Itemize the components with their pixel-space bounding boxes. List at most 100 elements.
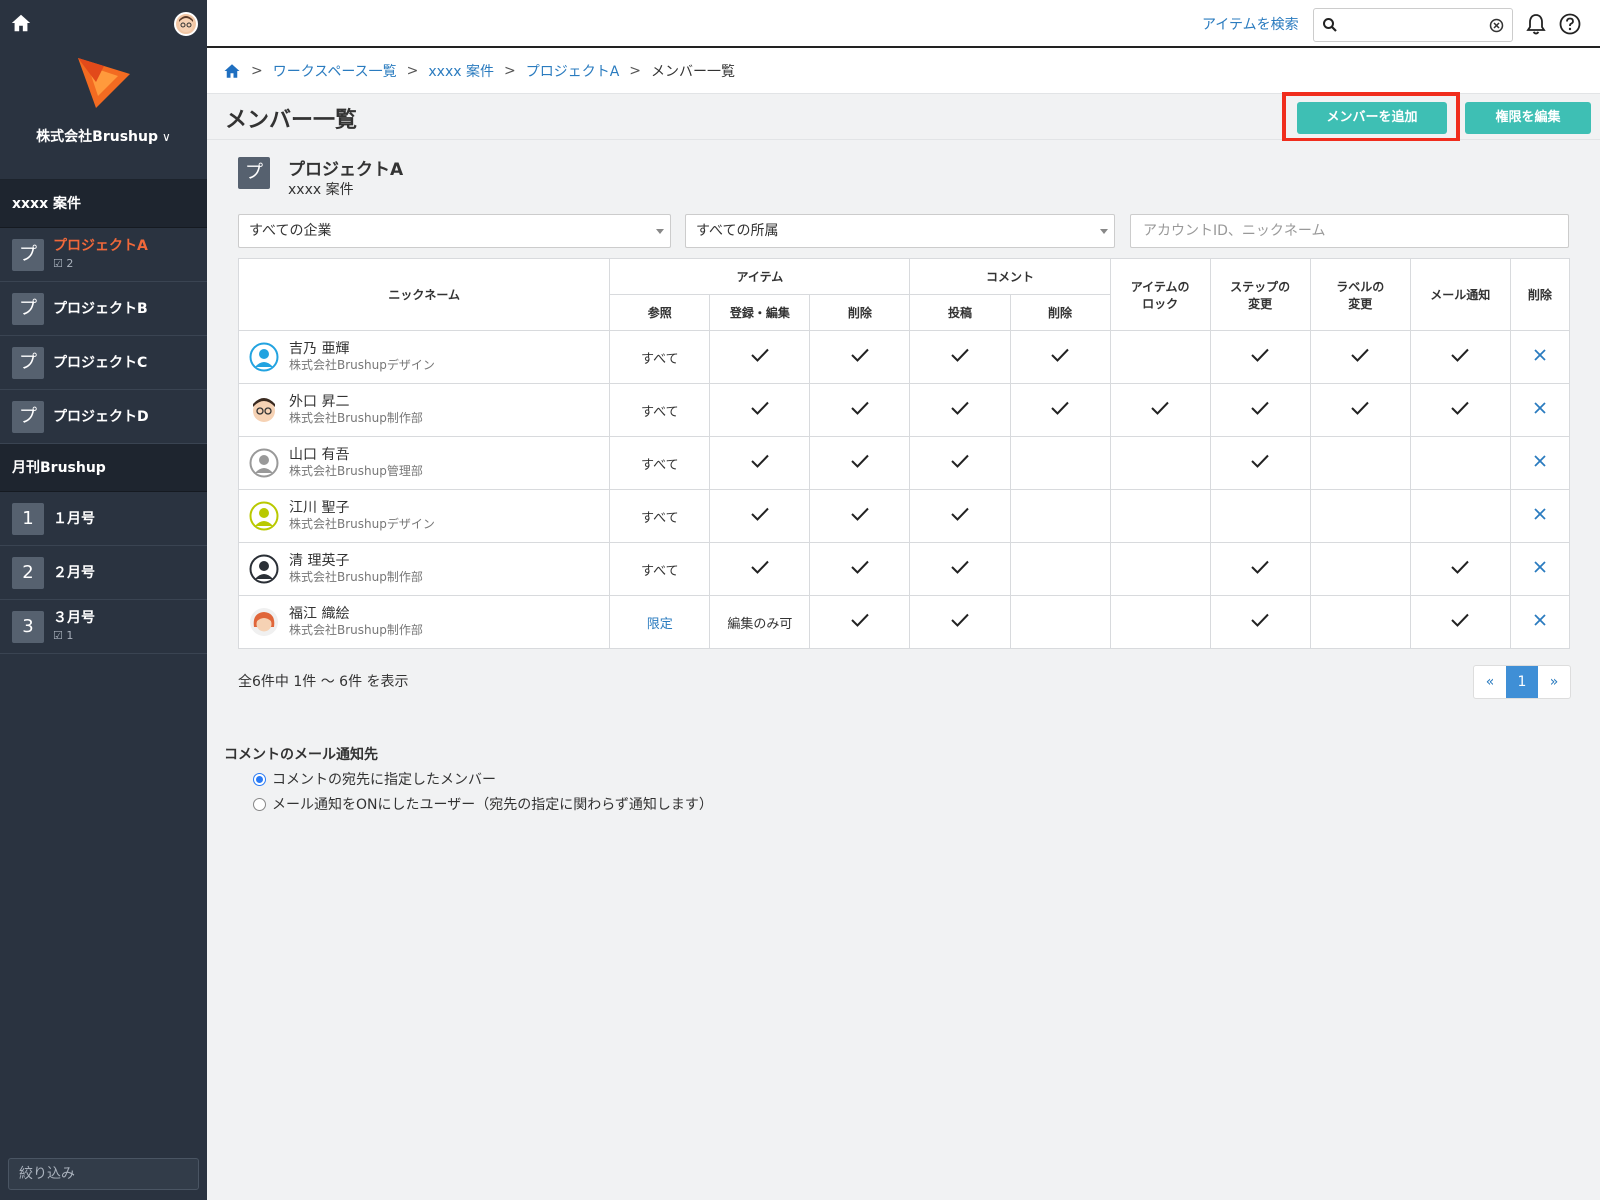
radio-button[interactable] xyxy=(253,772,266,786)
comment-delete-cell[interactable] xyxy=(1009,489,1111,543)
mail-notify-cell[interactable] xyxy=(1409,595,1511,649)
comment-delete-cell[interactable] xyxy=(1009,383,1111,437)
user-avatar[interactable] xyxy=(174,12,198,36)
item-lock-cell[interactable] xyxy=(1109,489,1211,543)
register-edit-cell[interactable] xyxy=(709,489,811,543)
sidebar-item-project-b[interactable]: プ プロジェクトB xyxy=(0,282,207,336)
delete-icon[interactable] xyxy=(1533,560,1547,574)
sidebar-group-header[interactable]: xxxx 案件 xyxy=(0,180,207,228)
step-change-cell[interactable] xyxy=(1209,489,1311,543)
post-cell[interactable] xyxy=(909,383,1011,437)
item-lock-cell[interactable] xyxy=(1109,595,1211,649)
delete-icon[interactable] xyxy=(1533,507,1547,521)
register-edit-cell[interactable] xyxy=(709,330,811,384)
notify-option-label: メール通知をONにしたユーザー（宛先の指定に関わらず通知します） xyxy=(272,797,713,813)
sidebar-item-project-d[interactable]: プ プロジェクトD xyxy=(0,390,207,444)
home-icon[interactable] xyxy=(223,62,241,80)
sidebar-item-project-a[interactable]: プ プロジェクトA ☑ 2 xyxy=(0,228,207,282)
label-change-cell[interactable] xyxy=(1309,330,1411,384)
radio-button[interactable] xyxy=(253,797,266,811)
post-cell[interactable] xyxy=(909,436,1011,490)
org-switcher[interactable]: 株式会社Brushup ∨ xyxy=(0,126,207,146)
label-change-cell[interactable] xyxy=(1309,489,1411,543)
item-search-link[interactable]: アイテムを検索 xyxy=(1202,14,1299,34)
task-count: 2 xyxy=(66,257,74,270)
mail-notify-cell[interactable] xyxy=(1409,489,1511,543)
department-filter-select[interactable]: すべての所属 xyxy=(685,214,1115,248)
item-lock-cell[interactable] xyxy=(1109,330,1211,384)
ref-cell[interactable]: すべて xyxy=(609,542,711,596)
sidebar-item-issue-3[interactable]: 3 ３月号 ☑ 1 xyxy=(0,600,207,654)
ref-link[interactable]: 限定 xyxy=(647,617,673,632)
help-icon[interactable] xyxy=(1559,13,1581,35)
comment-delete-cell[interactable] xyxy=(1009,436,1111,490)
register-edit-cell[interactable] xyxy=(709,542,811,596)
sidebar-item-issue-1[interactable]: 1 １月号 xyxy=(0,492,207,546)
register-edit-cell[interactable]: 編集のみ可 xyxy=(709,595,811,649)
home-icon[interactable] xyxy=(10,12,32,34)
item-delete-cell[interactable] xyxy=(809,542,911,596)
delete-icon[interactable] xyxy=(1533,348,1547,362)
label-change-cell[interactable] xyxy=(1309,436,1411,490)
label-change-cell[interactable] xyxy=(1309,595,1411,649)
member-search-input[interactable]: アカウントID、ニックネーム xyxy=(1130,214,1569,248)
item-delete-cell[interactable] xyxy=(809,595,911,649)
mail-notify-cell[interactable] xyxy=(1409,436,1511,490)
register-edit-cell[interactable] xyxy=(709,383,811,437)
company-filter-select[interactable]: すべての企業 xyxy=(238,214,671,248)
post-cell[interactable] xyxy=(909,489,1011,543)
clear-icon[interactable] xyxy=(1489,18,1504,33)
sidebar-item-project-c[interactable]: プ プロジェクトC xyxy=(0,336,207,390)
ref-cell[interactable]: すべて xyxy=(609,330,711,384)
add-member-button[interactable]: メンバーを追加 xyxy=(1297,102,1447,134)
bell-icon[interactable] xyxy=(1525,12,1547,36)
step-change-cell[interactable] xyxy=(1209,436,1311,490)
header-ref: 参照 xyxy=(609,294,711,331)
comment-delete-cell[interactable] xyxy=(1009,542,1111,596)
pagination-prev[interactable]: « xyxy=(1474,666,1506,698)
ref-value: すべて xyxy=(641,404,679,420)
breadcrumb-workspace[interactable]: xxxx 案件 xyxy=(428,61,494,81)
mail-notify-cell[interactable] xyxy=(1409,383,1511,437)
step-change-cell[interactable] xyxy=(1209,383,1311,437)
ref-cell[interactable]: すべて xyxy=(609,436,711,490)
step-change-cell[interactable] xyxy=(1209,330,1311,384)
label-change-cell[interactable] xyxy=(1309,383,1411,437)
notify-option-addressed[interactable]: コメントの宛先に指定したメンバー xyxy=(253,769,496,789)
register-edit-cell[interactable] xyxy=(709,436,811,490)
edit-permissions-button[interactable]: 権限を編集 xyxy=(1465,102,1591,134)
post-cell[interactable] xyxy=(909,595,1011,649)
pagination-page[interactable]: 1 xyxy=(1506,666,1538,698)
delete-icon[interactable] xyxy=(1533,454,1547,468)
item-lock-cell[interactable] xyxy=(1109,383,1211,437)
item-lock-cell[interactable] xyxy=(1109,542,1211,596)
ref-cell[interactable]: すべて xyxy=(609,489,711,543)
sidebar-item-issue-2[interactable]: 2 ２月号 xyxy=(0,546,207,600)
item-delete-cell[interactable] xyxy=(809,383,911,437)
delete-icon[interactable] xyxy=(1533,401,1547,415)
item-lock-cell[interactable] xyxy=(1109,436,1211,490)
mail-notify-cell[interactable] xyxy=(1409,330,1511,384)
search-input[interactable] xyxy=(1313,8,1513,42)
breadcrumb-workspaces[interactable]: ワークスペース一覧 xyxy=(273,61,397,81)
sidebar-filter-input[interactable]: 絞り込み xyxy=(8,1158,199,1190)
comment-delete-cell[interactable] xyxy=(1009,330,1111,384)
item-delete-cell[interactable] xyxy=(809,330,911,384)
item-delete-cell[interactable] xyxy=(809,489,911,543)
post-cell[interactable] xyxy=(909,330,1011,384)
sidebar-group-header[interactable]: 月刊Brushup xyxy=(0,444,207,492)
sidebar-item-label: プロジェクトA xyxy=(53,238,148,254)
delete-icon[interactable] xyxy=(1533,613,1547,627)
ref-cell[interactable]: すべて xyxy=(609,383,711,437)
ref-cell[interactable]: 限定 xyxy=(609,595,711,649)
mail-notify-cell[interactable] xyxy=(1409,542,1511,596)
step-change-cell[interactable] xyxy=(1209,595,1311,649)
step-change-cell[interactable] xyxy=(1209,542,1311,596)
item-delete-cell[interactable] xyxy=(809,436,911,490)
pagination-next[interactable]: » xyxy=(1538,666,1570,698)
breadcrumb-project[interactable]: プロジェクトA xyxy=(526,61,620,81)
notify-option-all[interactable]: メール通知をONにしたユーザー（宛先の指定に関わらず通知します） xyxy=(253,794,713,814)
comment-delete-cell[interactable] xyxy=(1009,595,1111,649)
post-cell[interactable] xyxy=(909,542,1011,596)
label-change-cell[interactable] xyxy=(1309,542,1411,596)
